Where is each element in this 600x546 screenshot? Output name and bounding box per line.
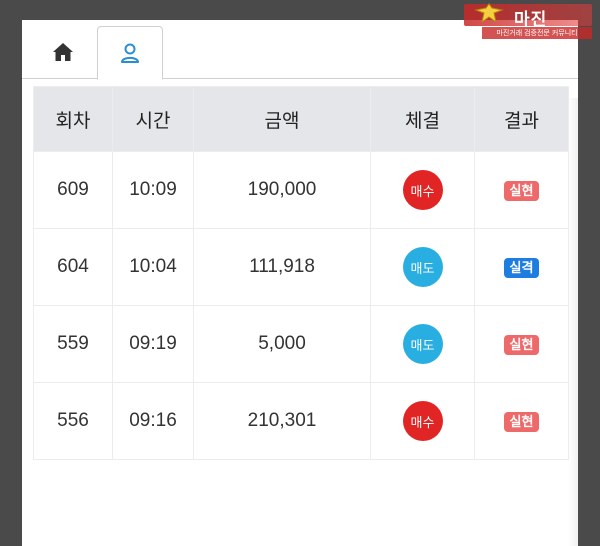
buy-badge: 매수	[402, 401, 443, 441]
header-trade: 체결	[370, 86, 475, 152]
tab-home[interactable]	[31, 26, 95, 78]
header-result: 결과	[474, 86, 569, 152]
sell-badge: 매도	[402, 324, 443, 364]
cell-result: 실현	[474, 382, 569, 460]
cell-trade: 매도	[370, 228, 475, 306]
tab-bar	[22, 20, 578, 80]
cell-amount: 210,301	[193, 382, 371, 460]
cell-time: 09:19	[112, 305, 194, 383]
cell-round: 559	[33, 305, 113, 383]
header-amount: 금액	[193, 86, 371, 152]
sell-badge: 매도	[402, 247, 443, 287]
cell-round: 556	[33, 382, 113, 460]
table-row: 604 10:04 111,918 매도 실격	[33, 228, 569, 306]
card-edge-shade	[568, 98, 578, 546]
cell-time: 09:16	[112, 382, 194, 460]
result-badge: 실현	[503, 412, 540, 432]
cell-amount: 5,000	[193, 305, 371, 383]
table-row: 609 10:09 190,000 매수 실현	[33, 151, 569, 229]
table-header-row: 회차 시간 금액 체결 결과	[33, 86, 569, 152]
cell-round: 604	[33, 228, 113, 306]
cell-trade: 매도	[370, 305, 475, 383]
table-row: 559 09:19 5,000 매도 실현	[33, 305, 569, 383]
cell-round: 609	[33, 151, 113, 229]
cell-trade: 매수	[370, 382, 475, 460]
tab-user[interactable]	[97, 26, 163, 80]
result-badge: 실현	[503, 181, 540, 201]
cell-time: 10:09	[112, 151, 194, 229]
cell-amount: 190,000	[193, 151, 371, 229]
cell-trade: 매수	[370, 151, 475, 229]
cell-amount: 111,918	[193, 228, 371, 306]
result-badge: 실현	[503, 335, 540, 355]
home-icon	[53, 43, 73, 61]
cell-result: 실격	[474, 228, 569, 306]
header-round: 회차	[33, 86, 113, 152]
trade-history-table: 회차 시간 금액 체결 결과 609 10:09 190,000 매수 실현 6…	[33, 86, 569, 460]
table-row: 556 09:16 210,301 매수 실현	[33, 382, 569, 460]
cell-result: 실현	[474, 305, 569, 383]
cell-result: 실현	[474, 151, 569, 229]
header-time: 시간	[112, 86, 194, 152]
user-icon	[121, 43, 139, 63]
buy-badge: 매수	[402, 170, 443, 210]
result-badge: 실격	[503, 258, 540, 278]
cell-time: 10:04	[112, 228, 194, 306]
